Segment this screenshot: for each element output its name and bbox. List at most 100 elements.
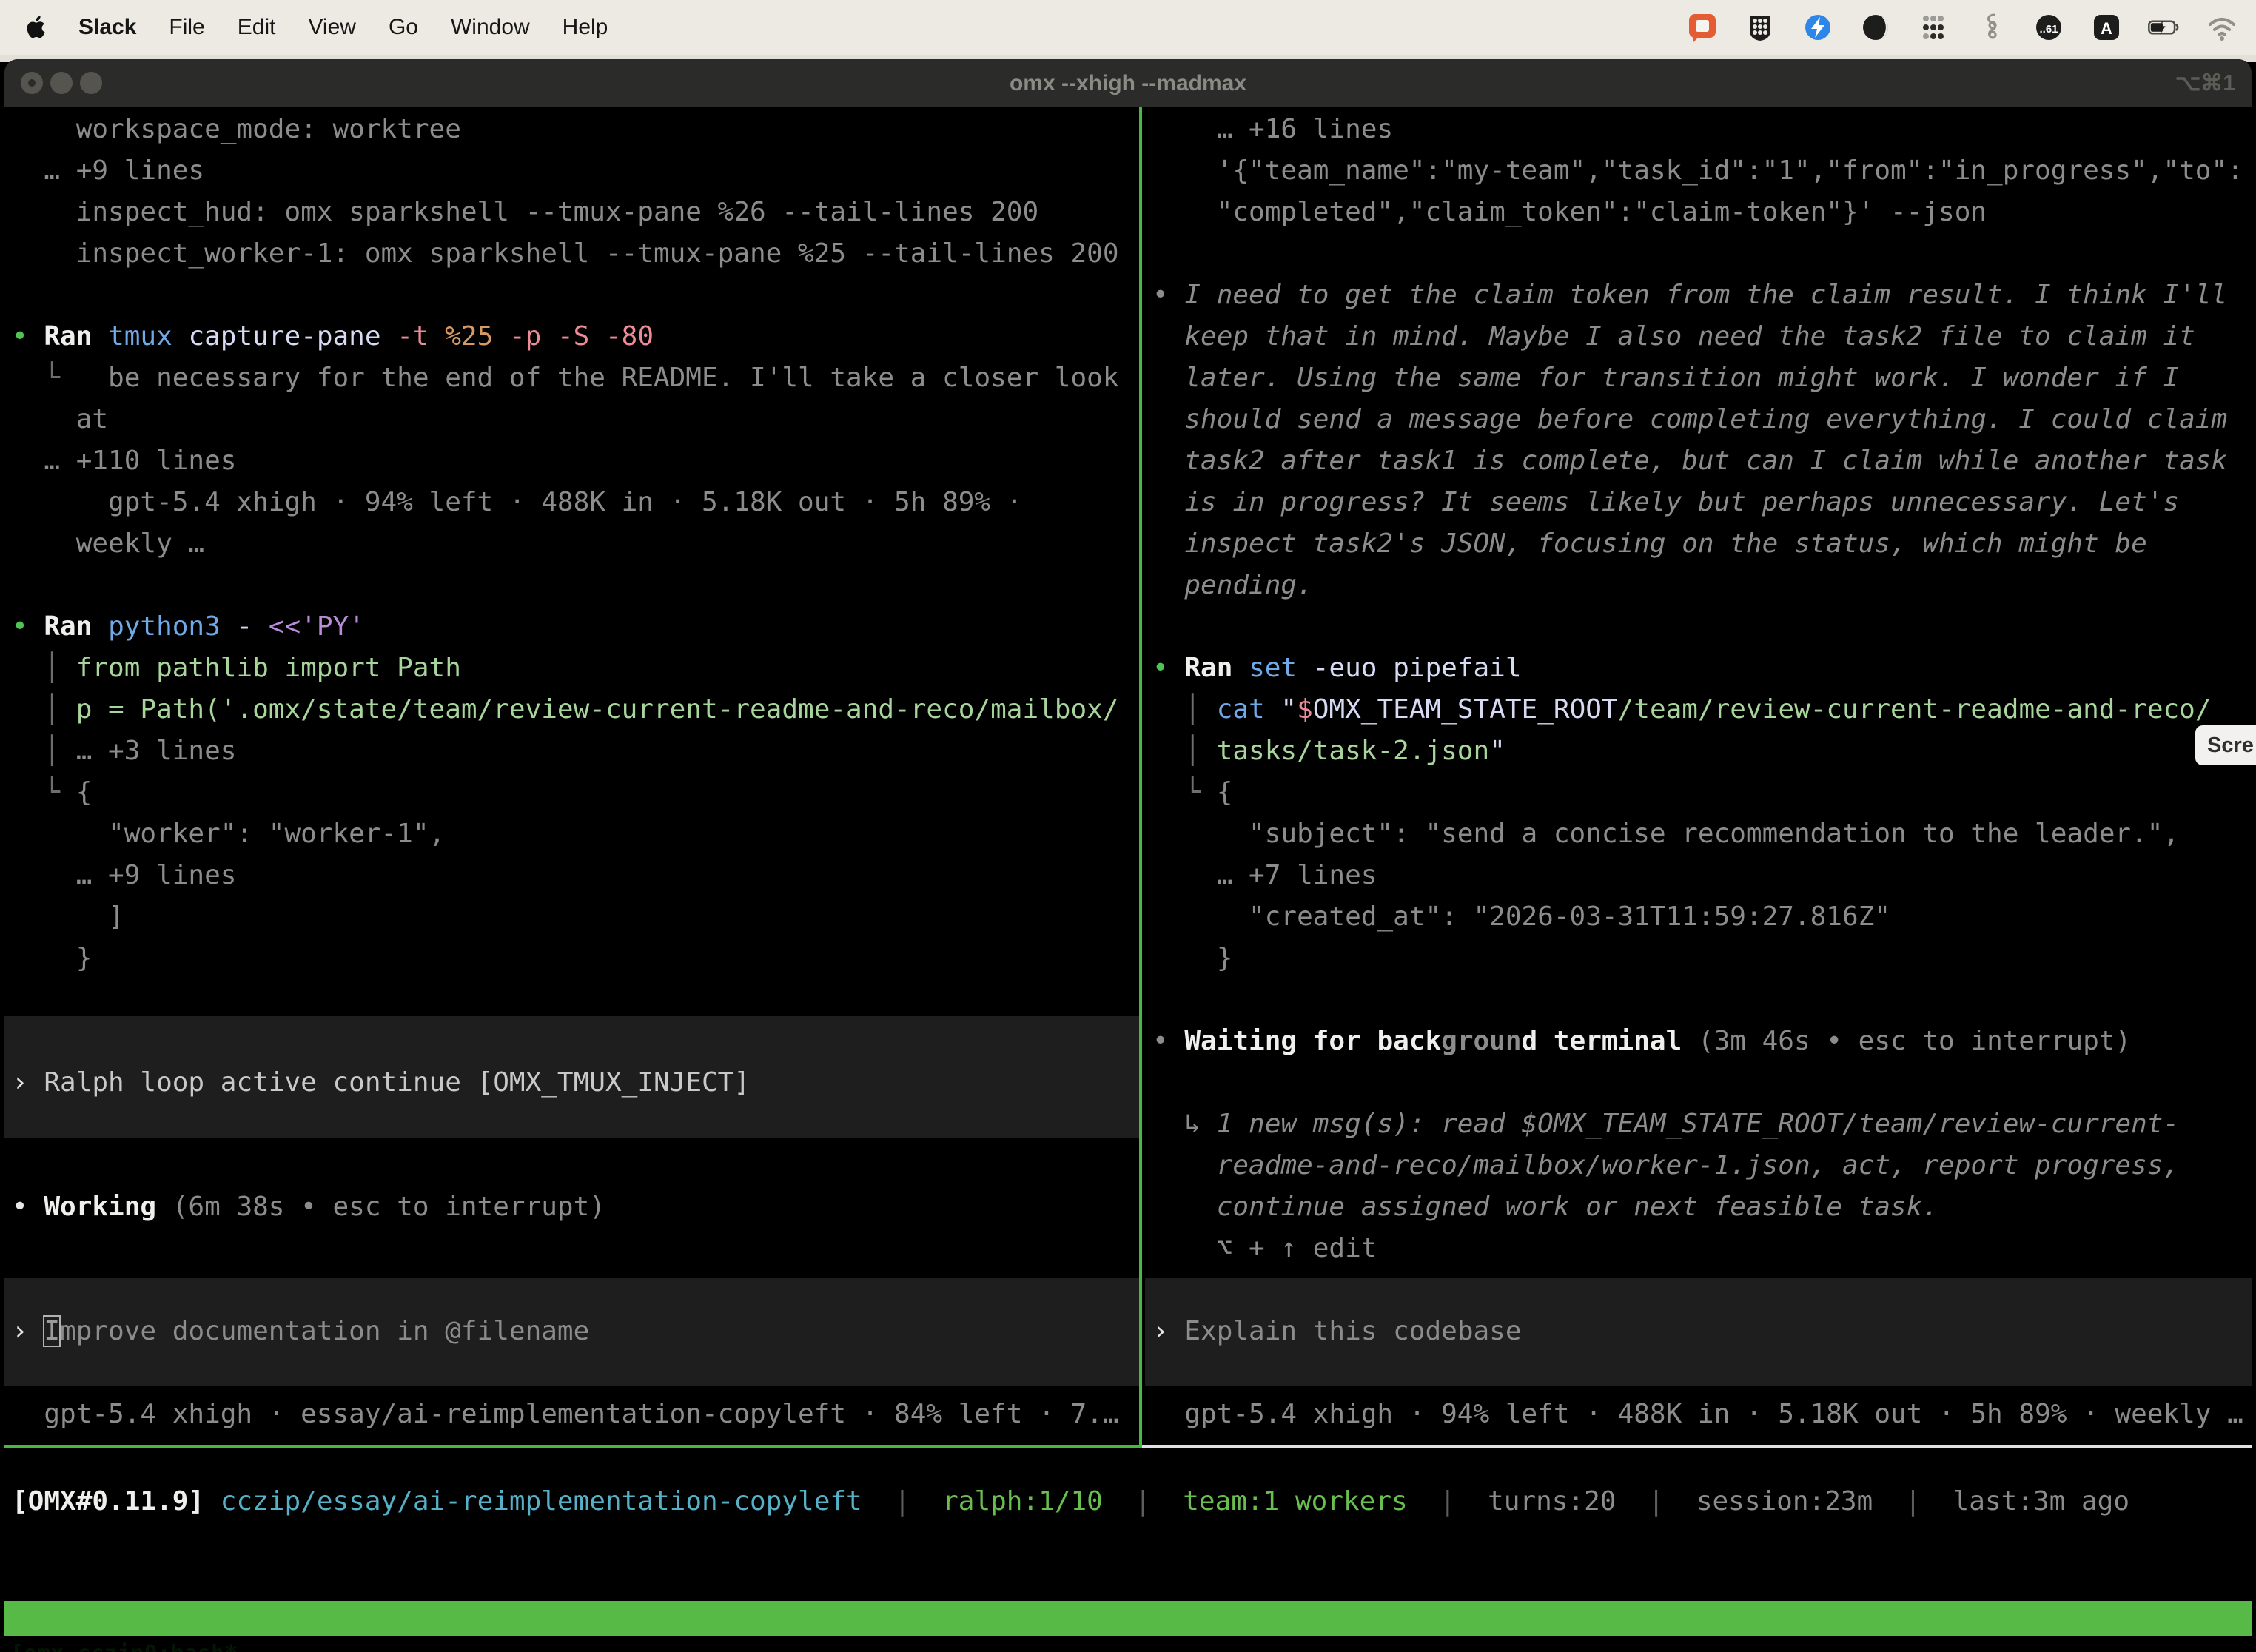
menu-item-file[interactable]: File — [169, 15, 204, 40]
chat-app-icon[interactable] — [1685, 10, 1720, 45]
text-segment: inspect_worker-1: omx sparkshell --tmux-… — [12, 238, 1119, 269]
text-segment: (3m 46s • esc to interrupt) — [1698, 1026, 2131, 1056]
left-pane-bottom-border — [4, 1446, 1142, 1448]
text-segment: $ — [1297, 694, 1313, 725]
text-segment: ↳ — [1152, 1109, 1217, 1139]
right-pane-lines: … +16 lines '{"team_name":"my-team","tas… — [1145, 107, 2252, 1435]
window-shortcut-badge: ⌥⌘1 — [2175, 59, 2235, 107]
left-terminal-pane[interactable]: workspace_mode: worktree … +9 lines insp… — [4, 107, 1139, 1446]
menu-item-view[interactable]: View — [308, 15, 355, 40]
screen: { "menu_bar": { "items": ["Slack", "File… — [0, 0, 2256, 1652]
text-segment: cat — [1217, 694, 1281, 725]
terminal-line: › Improve documentation in @filename — [12, 1311, 1139, 1352]
terminal-line: • Ran tmux capture-pane -t %25 -p -S -80 — [12, 316, 1139, 357]
terminal-line: keep that in mind. Maybe I also need the… — [1152, 316, 2252, 357]
terminal-line: task2 after task1 is complete, but can I… — [1152, 440, 2252, 482]
speed-badge-icon[interactable]: ..61 — [2031, 10, 2067, 45]
squiggle-icon[interactable] — [1973, 10, 2009, 45]
text-segment: … +3 lines — [76, 736, 237, 766]
text-segment: … +9 lines — [12, 860, 236, 890]
terminal-line — [1152, 233, 2252, 275]
terminal-line — [12, 1228, 1139, 1269]
text-segment: is in progress? It seems likely but perh… — [1152, 487, 2179, 517]
terminal-content: workspace_mode: worktree … +9 lines insp… — [4, 107, 2252, 1652]
tmux-status-bar: [omx-cczip0:bash* "MacBook-Pro-44.local"… — [4, 1601, 2252, 1636]
menu-item-go[interactable]: Go — [389, 15, 418, 40]
text-segment: %25 — [445, 321, 509, 352]
apple-icon[interactable] — [27, 14, 49, 41]
text-segment: ralph:1/10 — [942, 1486, 1103, 1517]
screen-share-chip[interactable]: Scre — [2195, 725, 2256, 765]
text-segment: { — [1217, 777, 1233, 807]
terminal-line: workspace_mode: worktree — [12, 109, 1139, 150]
text-segment: │ — [1152, 736, 1217, 766]
text-segment: -p -S -80 — [509, 321, 654, 352]
terminal-line: gpt-5.4 xhigh · essay/ai-reimplementatio… — [12, 1394, 1139, 1435]
left-pane-lines: workspace_mode: worktree … +9 lines insp… — [4, 107, 1139, 1435]
text-segment: I need to get the claim token from the c… — [1184, 280, 2227, 310]
text-segment: '{"team_name":"my-team","task_id":"1","f… — [1152, 155, 2243, 186]
terminal-line: "worker": "worker-1", — [12, 813, 1139, 855]
menu-item-slack[interactable]: Slack — [78, 15, 136, 40]
text-segment: │ — [1152, 694, 1217, 725]
text-segment: | — [1873, 1486, 1953, 1517]
window-title: omx --xhigh --madmax — [4, 59, 2252, 107]
omx-status-line: [OMX#0.11.9] cczip/essay/ai-reimplementa… — [12, 1481, 2129, 1522]
text-segment: [OMX#0.11.9] — [12, 1486, 204, 1517]
terminal-line: continue assigned work or next feasible … — [1152, 1186, 2252, 1228]
text-segment: mprove documentation in @filename — [60, 1316, 589, 1346]
blue-bolt-icon[interactable] — [1800, 10, 1836, 45]
pane-divider[interactable] — [1139, 107, 1142, 1448]
keypad-shield-icon[interactable] — [1742, 10, 1778, 45]
input-source-label: A — [2101, 19, 2112, 38]
terminal-line: │ cat "$OMX_TEAM_STATE_ROOT/team/review-… — [1152, 689, 2252, 731]
text-segment: should send a message before completing … — [1152, 404, 2227, 434]
menu-item-window[interactable]: Window — [451, 15, 530, 40]
input-source-icon[interactable]: A — [2089, 10, 2124, 45]
text-segment: OMX_TEAM_STATE_ROOT — [1313, 694, 1618, 725]
terminal-line: … +16 lines — [1152, 109, 2252, 150]
text-segment: be necessary for the end of the README. … — [76, 363, 1119, 393]
terminal-line: └ be necessary for the end of the README… — [12, 357, 1139, 399]
menu-item-help[interactable]: Help — [563, 15, 608, 40]
terminal-line — [1152, 1269, 2252, 1311]
terminal-line: '{"team_name":"my-team","task_id":"1","f… — [1152, 150, 2252, 192]
text-segment: › — [1152, 1316, 1184, 1346]
text-segment: (6m 38s • esc to interrupt) — [172, 1192, 605, 1222]
text-segment: <<'PY' — [269, 611, 365, 642]
text-segment: groun — [1441, 1026, 1521, 1056]
window-title-bar[interactable]: omx --xhigh --madmax ⌥⌘1 — [4, 59, 2252, 107]
terminal-line — [1152, 1062, 2252, 1104]
wifi-icon[interactable] — [2204, 10, 2240, 45]
right-terminal-pane[interactable]: … +16 lines '{"team_name":"my-team","tas… — [1145, 107, 2252, 1446]
terminal-line: should send a message before completing … — [1152, 399, 2252, 440]
battery-icon[interactable] — [2146, 10, 2182, 45]
text-segment: d terminal — [1522, 1026, 1698, 1056]
dots-grid-icon[interactable] — [1916, 10, 1951, 45]
terminal-line: … +110 lines — [12, 440, 1139, 482]
text-segment: tasks/task-2.json — [1217, 736, 1489, 766]
text-segment: /team/review-current-readme-and-reco/ — [1618, 694, 2212, 725]
text-segment: -euo pipefail — [1313, 653, 1522, 683]
text-segment: inspect task2's JSON, focusing on the st… — [1152, 528, 2147, 559]
text-segment: session:23m — [1696, 1486, 1873, 1517]
pie-chart-icon[interactable] — [1858, 10, 1893, 45]
terminal-line: • Waiting for background terminal (3m 46… — [1152, 1021, 2252, 1062]
terminal-line: inspect task2's JSON, focusing on the st… — [1152, 523, 2252, 565]
menu-item-edit[interactable]: Edit — [238, 15, 276, 40]
terminal-line: │ p = Path('.omx/state/team/review-curre… — [12, 689, 1139, 731]
text-segment: weekly … — [12, 528, 204, 559]
terminal-line: ↳ 1 new msg(s): read $OMX_TEAM_STATE_ROO… — [1152, 1104, 2252, 1145]
terminal-line — [1152, 606, 2252, 648]
terminal-line — [1152, 979, 2252, 1021]
terminal-line: "subject": "send a concise recommendatio… — [1152, 813, 2252, 855]
terminal-line: │ … +3 lines — [12, 731, 1139, 772]
tmux-session-label[interactable]: [omx-cczip0:bash* — [10, 1636, 238, 1652]
text-segment: ] — [12, 901, 124, 932]
text-segment: pending. — [1152, 570, 1313, 600]
text-segment: gpt-5.4 xhigh · 94% left · 488K in · 5.1… — [1152, 1399, 2243, 1429]
terminal-line: "created_at": "2026-03-31T11:59:27.816Z" — [1152, 896, 2252, 938]
terminal-line: } — [12, 938, 1139, 979]
text-segment: Ran — [44, 321, 108, 352]
text-segment: cczip/essay/ai-reimplementation-copyleft — [221, 1486, 862, 1517]
